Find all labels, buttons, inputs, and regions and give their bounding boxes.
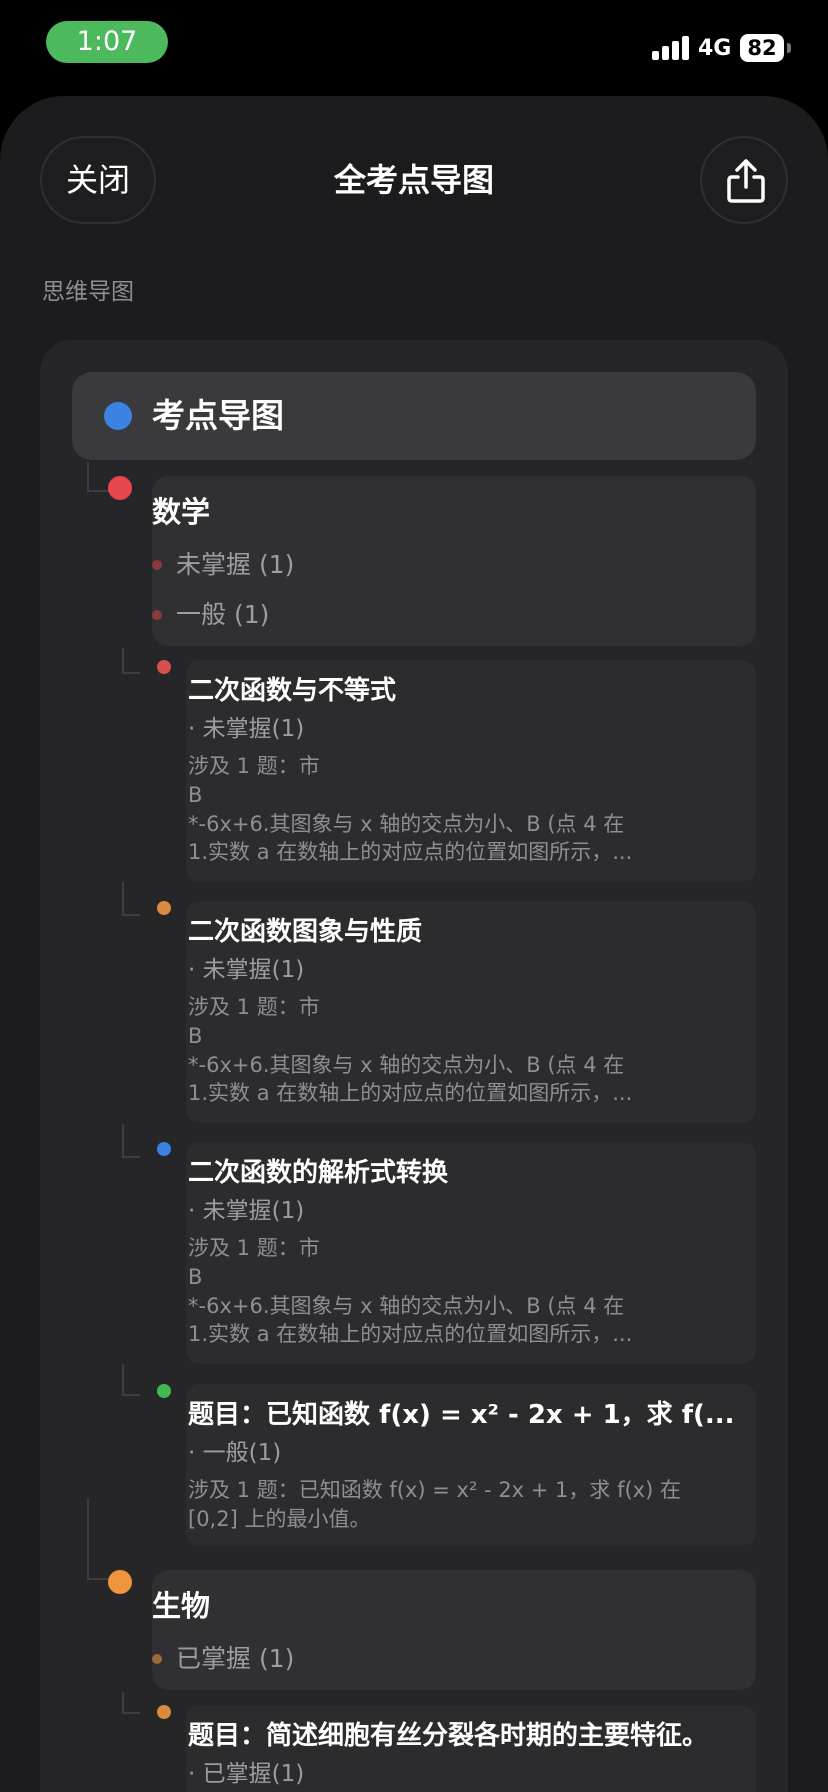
topic-node[interactable]: 二次函数的解析式转换 · 未掌握(1) 涉及 1 题：市 B *-6x+6.其图… — [186, 1142, 756, 1364]
topic-description: 涉及 1 题：已知函数 f(x) = x² - 2x + 1，求 f(x) 在 … — [188, 1476, 748, 1534]
desc-line: [0,2] 上的最小值。 — [188, 1506, 371, 1531]
share-icon — [727, 159, 765, 203]
desc-line: *-6x+6.其图象与 x 轴的交点为小、B (点 4 在 — [188, 1052, 625, 1077]
topic-status: · 未掌握(1) — [188, 1198, 305, 1224]
status-dot — [152, 610, 162, 620]
battery-icon: 82 — [740, 34, 784, 62]
status-mastered: 已掌握 (1) — [176, 1644, 295, 1673]
subject-dot-biology — [108, 1570, 132, 1594]
topic-description: 涉及 1 题：市 B *-6x+6.其图象与 x 轴的交点为小、B (点 4 在… — [188, 752, 748, 867]
status-dot — [152, 560, 162, 570]
desc-line: 涉及 1 题：市 — [188, 1236, 320, 1260]
topic-status: · 一般(1) — [188, 1440, 282, 1466]
desc-line: B — [188, 782, 203, 807]
desc-line: 1.实数 a 在数轴上的对应点的位置如图所示，... — [188, 1322, 633, 1347]
topic-description: 涉及 1 题：市 B *-6x+6.其图象与 x 轴的交点为小、B (点 4 在… — [188, 1234, 748, 1349]
topic-title: 题目：简述细胞有丝分裂各时期的主要特征。 — [188, 1721, 709, 1751]
topic-status: · 未掌握(1) — [188, 716, 305, 742]
status-average: 一般 (1) — [176, 600, 270, 629]
root-label: 考点导图 — [152, 396, 284, 435]
topic-dot — [157, 901, 171, 915]
share-button[interactable] — [700, 136, 788, 224]
topic-node[interactable]: 题目：已知函数 f(x) = x² - 2x + 1，求 f(... · 一般(… — [186, 1384, 756, 1546]
status-dot — [152, 1654, 162, 1664]
root-node[interactable]: 考点导图 — [72, 372, 756, 460]
tree-connector — [87, 1498, 89, 1578]
network-type: 4G — [698, 36, 732, 61]
root-dot — [104, 402, 132, 430]
tree-connector — [122, 1394, 140, 1396]
desc-line: 1.实数 a 在数轴上的对应点的位置如图所示，... — [188, 1081, 633, 1106]
subject-title: 生物 — [152, 1589, 211, 1623]
subject-title: 数学 — [152, 495, 211, 529]
desc-line: 涉及 1 题：市 — [188, 995, 320, 1019]
battery-cap — [787, 43, 791, 53]
section-label: 思维导图 — [42, 279, 134, 305]
subject-node-math[interactable]: 数学 未掌握 (1) 一般 (1) — [152, 476, 756, 646]
desc-line: B — [188, 1264, 203, 1289]
topic-node[interactable]: 二次函数与不等式 · 未掌握(1) 涉及 1 题：市 B *-6x+6.其图象与… — [186, 660, 756, 882]
desc-line: 涉及 1 题：已知函数 f(x) = x² - 2x + 1，求 f(x) 在 — [188, 1478, 681, 1502]
desc-line: B — [188, 1023, 203, 1048]
topic-title: 二次函数图象与性质 — [188, 917, 423, 947]
tree-connector — [122, 1712, 140, 1714]
desc-line: 涉及 1 题：市 — [188, 754, 320, 778]
tree-connector — [87, 462, 89, 490]
topic-title: 题目：已知函数 f(x) = x² - 2x + 1，求 f(... — [188, 1400, 735, 1430]
subject-node-biology[interactable]: 生物 已掌握 (1) — [152, 1570, 756, 1690]
desc-line: 1.实数 a 在数轴上的对应点的位置如图所示，... — [188, 840, 633, 865]
topic-title: 二次函数的解析式转换 — [188, 1158, 449, 1188]
topic-status: · 未掌握(1) — [188, 957, 305, 983]
status-time: 1:07 — [46, 21, 168, 63]
topic-dot — [157, 660, 171, 674]
tree-connector — [122, 1124, 124, 1156]
topic-dot — [157, 1142, 171, 1156]
topic-node[interactable]: 二次函数图象与性质 · 未掌握(1) 涉及 1 题：市 B *-6x+6.其图象… — [186, 901, 756, 1123]
tree-connector — [122, 648, 124, 672]
status-unmastered: 未掌握 (1) — [176, 550, 295, 579]
topic-status: · 已掌握(1) — [188, 1761, 305, 1787]
desc-line: *-6x+6.其图象与 x 轴的交点为小、B (点 4 在 — [188, 811, 625, 836]
topic-node[interactable]: 题目：简述细胞有丝分裂各时期的主要特征。 · 已掌握(1) — [186, 1705, 756, 1792]
tree-connector — [122, 1156, 140, 1158]
topic-title: 二次函数与不等式 — [188, 676, 397, 706]
cellular-signal-icon — [652, 36, 692, 60]
tree-connector — [122, 914, 140, 916]
subject-dot-math — [108, 476, 132, 500]
topic-description: 涉及 1 题：市 B *-6x+6.其图象与 x 轴的交点为小、B (点 4 在… — [188, 993, 748, 1108]
topic-dot — [157, 1384, 171, 1398]
status-bar: 1:07 4G 82 — [0, 0, 828, 92]
tree-connector — [122, 1364, 124, 1394]
desc-line: *-6x+6.其图象与 x 轴的交点为小、B (点 4 在 — [188, 1293, 625, 1318]
topic-dot — [157, 1705, 171, 1719]
tree-connector — [122, 882, 124, 914]
tree-connector — [122, 672, 140, 674]
tree-connector — [122, 1692, 124, 1712]
